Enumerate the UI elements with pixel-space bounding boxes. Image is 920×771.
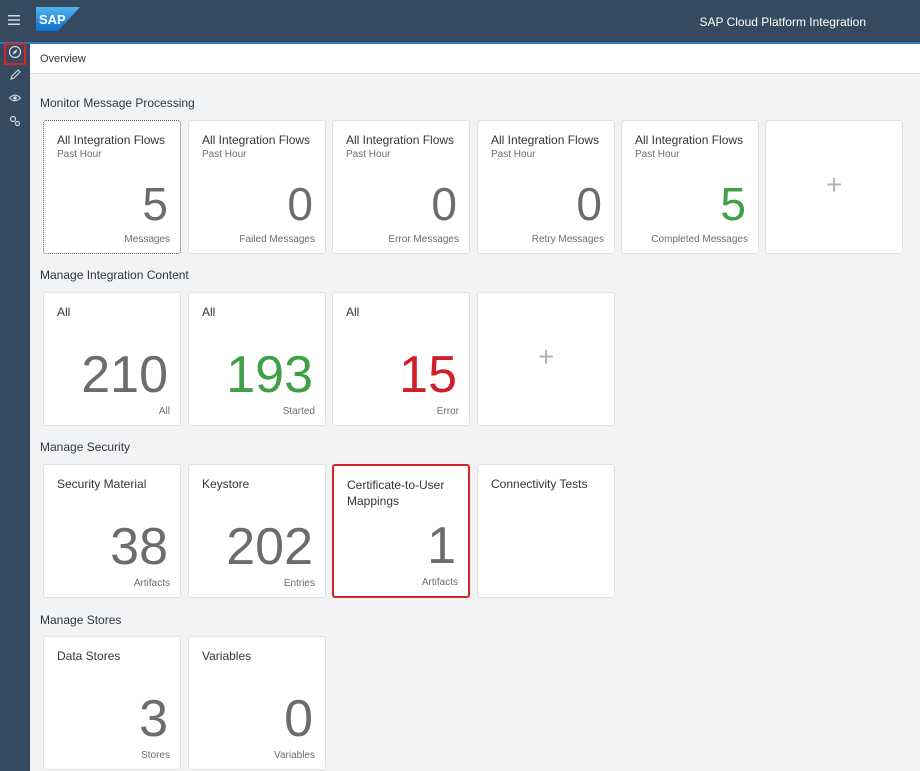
app-title: SAP Cloud Platform Integration [699, 15, 866, 29]
tile-unit: Error Messages [388, 234, 459, 245]
add-tile-monitor[interactable]: + [765, 120, 903, 254]
plus-icon: + [825, 169, 843, 200]
tile-security-material[interactable]: Security Material 38 Artifacts [43, 464, 181, 598]
tile-title: All Integration Flows [491, 133, 600, 147]
tile-value: 3 [139, 690, 168, 748]
section-title-content: Manage Integration Content [40, 268, 189, 282]
tile-unit: Variables [274, 750, 315, 761]
breadcrumb[interactable]: Overview [40, 53, 86, 65]
section-title-security: Manage Security [40, 440, 131, 454]
tile-unit: Artifacts [133, 578, 170, 589]
tile-unit: Error [436, 406, 459, 417]
page-header: Overview [30, 44, 920, 74]
tile-value: 1 [427, 517, 456, 575]
tile-variables[interactable]: Variables 0 Variables [188, 636, 326, 770]
eye-icon [8, 91, 22, 110]
tile-unit: Started [282, 406, 315, 417]
tile-value: 5 [720, 178, 746, 230]
tile-title: All [202, 305, 216, 319]
tile-value: 193 [226, 346, 313, 404]
tile-data-stores[interactable]: Data Stores 3 Stores [43, 636, 181, 770]
add-tile-content[interactable]: + [477, 292, 615, 426]
tile-content-all[interactable]: All 210 All [43, 292, 181, 426]
tile-title: All Integration Flows [202, 133, 311, 147]
tile-connectivity-tests[interactable]: Connectivity Tests [477, 464, 615, 598]
tile-certificate-mappings[interactable]: Certificate-to-User Mappings 1 Artifacts [332, 464, 470, 598]
compass-icon [8, 45, 22, 64]
pencil-icon [8, 68, 22, 87]
section-title-monitor: Monitor Message Processing [40, 96, 195, 110]
tile-title: All Integration Flows [346, 133, 455, 147]
tile-completed-messages[interactable]: All Integration Flows Past Hour 5 Comple… [621, 120, 759, 254]
nav-item-monitor[interactable] [4, 43, 26, 65]
tile-all-messages[interactable]: All Integration Flows Past Hour 5 Messag… [43, 120, 181, 254]
tile-title: Data Stores [57, 649, 121, 663]
tile-title: All [57, 305, 71, 319]
gears-icon [8, 114, 22, 133]
sap-logo[interactable]: SAP [36, 7, 80, 31]
tile-value: 0 [287, 178, 313, 230]
tile-subtitle: Past Hour [635, 149, 680, 160]
tile-error-messages[interactable]: All Integration Flows Past Hour 0 Error … [332, 120, 470, 254]
sap-logo-text: SAP [39, 12, 66, 27]
tile-title: Certificate-to-User Mappings [347, 478, 445, 508]
tile-title: All [346, 305, 360, 319]
tile-title: All Integration Flows [57, 133, 166, 147]
side-navigation [0, 43, 30, 771]
tile-subtitle: Past Hour [202, 149, 247, 160]
tile-unit: All [158, 406, 170, 417]
menu-icon[interactable] [7, 13, 21, 27]
tile-unit: Failed Messages [239, 234, 315, 245]
tile-title: Keystore [202, 477, 250, 491]
tile-content-error[interactable]: All 15 Error [332, 292, 470, 426]
section-title-stores: Manage Stores [40, 613, 122, 627]
tile-value: 202 [226, 518, 313, 576]
tile-unit: Stores [141, 750, 170, 761]
tile-title: Connectivity Tests [491, 477, 588, 491]
tile-subtitle: Past Hour [346, 149, 391, 160]
tile-title: Security Material [57, 477, 147, 491]
tile-unit: Artifacts [421, 577, 458, 588]
tile-subtitle: Past Hour [491, 149, 536, 160]
tile-title: Variables [202, 649, 252, 663]
tile-unit: Retry Messages [531, 234, 604, 245]
nav-item-design[interactable] [5, 67, 25, 87]
tile-retry-messages[interactable]: All Integration Flows Past Hour 0 Retry … [477, 120, 615, 254]
tile-unit: Completed Messages [651, 234, 748, 245]
tile-content-started[interactable]: All 193 Started [188, 292, 326, 426]
tile-value: 0 [431, 178, 457, 230]
tile-value: 5 [142, 178, 168, 230]
app-window: SAP SAP Cloud Platform Integration Overv… [0, 0, 920, 771]
tile-title: All Integration Flows [635, 133, 744, 147]
shell-bar: SAP SAP Cloud Platform Integration [0, 0, 920, 42]
nav-item-discover[interactable] [5, 90, 25, 110]
tile-failed-messages[interactable]: All Integration Flows Past Hour 0 Failed… [188, 120, 326, 254]
tile-value: 0 [284, 690, 313, 748]
tile-value: 210 [81, 346, 168, 404]
tile-unit: Entries [283, 578, 315, 589]
tile-subtitle: Past Hour [57, 149, 102, 160]
tile-value: 15 [399, 346, 457, 404]
tile-value: 38 [110, 518, 168, 576]
plus-icon: + [537, 341, 555, 372]
tile-value: 0 [576, 178, 602, 230]
tile-unit: Messages [124, 234, 170, 245]
nav-item-settings[interactable] [5, 113, 25, 133]
tile-keystore[interactable]: Keystore 202 Entries [188, 464, 326, 598]
